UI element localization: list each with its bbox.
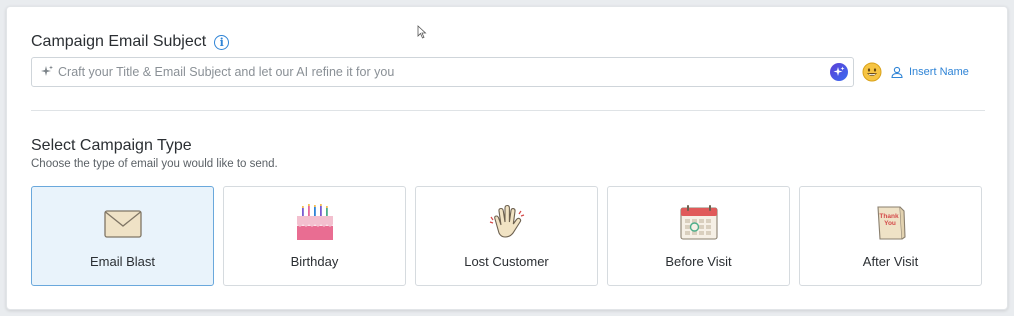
campaign-type-card-before-visit[interactable]: Before Visit: [607, 186, 790, 286]
campaign-type-card-lost-customer[interactable]: Lost Customer: [415, 186, 598, 286]
card-label: Before Visit: [665, 254, 732, 269]
calendar-icon: [679, 205, 718, 240]
campaign-type-card-email-blast[interactable]: Email Blast: [31, 186, 214, 286]
subject-title-text: Campaign Email Subject: [31, 33, 207, 50]
insert-name-label: Insert Name: [909, 66, 969, 78]
ai-sparkle-button[interactable]: [830, 63, 848, 81]
waving-hand-icon: [489, 204, 524, 238]
campaign-type-card-birthday[interactable]: Birthday: [223, 186, 406, 286]
email-subject-input[interactable]: [58, 65, 830, 79]
insert-name-link[interactable]: Insert Name: [891, 66, 969, 78]
ai-sparkle-icon: [833, 66, 845, 76]
user-icon: [891, 66, 903, 78]
select-campaign-type-subtitle: Choose the type of email you would like …: [31, 158, 278, 170]
card-label: Email Blast: [89, 254, 156, 269]
select-campaign-type-heading: Select Campaign Type: [31, 137, 192, 154]
card-label: Birthday: [290, 254, 339, 269]
birthday-cake-icon: [296, 204, 333, 240]
mouse-cursor-icon: [417, 25, 427, 39]
campaign-type-card-after-visit[interactable]: Thank You After Visit: [799, 186, 982, 286]
sparkle-icon: [41, 65, 53, 76]
campaign-form-panel: Campaign Email Subject i Insert Name Sel…: [6, 6, 1008, 310]
thank-text: Thank: [879, 213, 899, 220]
section-divider: [31, 110, 985, 111]
email-subject-field[interactable]: [31, 57, 854, 87]
you-text: You: [884, 220, 896, 227]
thank-you-card-icon: Thank You: [876, 206, 906, 240]
campaign-email-subject-heading: Campaign Email Subject i: [31, 33, 230, 51]
envelope-icon: [103, 210, 142, 238]
card-label: After Visit: [862, 254, 919, 269]
info-icon[interactable]: i: [214, 34, 230, 50]
card-label: Lost Customer: [464, 254, 549, 269]
emoji-icon[interactable]: [862, 62, 882, 82]
